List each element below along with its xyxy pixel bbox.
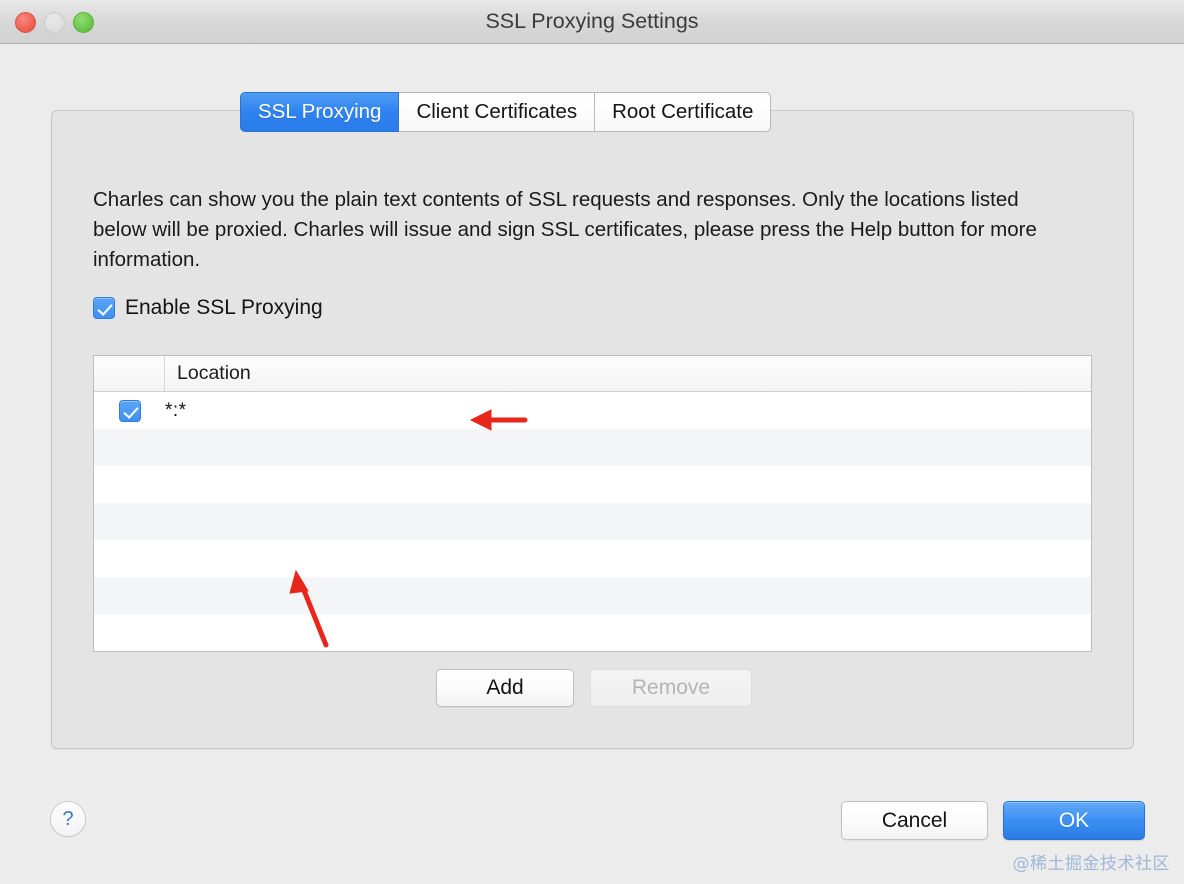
ok-button[interactable]: OK — [1003, 801, 1145, 840]
row-checkbox-cell[interactable] — [94, 399, 165, 422]
tab-bar: SSL Proxying Client Certificates Root Ce… — [240, 92, 772, 132]
tab-ssl-proxying[interactable]: SSL Proxying — [240, 92, 400, 132]
help-button[interactable]: ? — [50, 801, 86, 837]
cancel-button[interactable]: Cancel — [841, 801, 988, 840]
add-button[interactable]: Add — [436, 669, 574, 707]
locations-table[interactable]: Location *:* — [93, 355, 1092, 652]
locations-table-header: Location — [94, 356, 1091, 392]
watermark-text: @稀土掘金技术社区 — [1012, 854, 1170, 874]
table-row[interactable] — [94, 577, 1091, 614]
table-row[interactable] — [94, 429, 1091, 466]
tab-client-certificates[interactable]: Client Certificates — [399, 92, 596, 132]
column-header-location: Location — [177, 362, 251, 384]
enable-ssl-proxying-row[interactable]: Enable SSL Proxying — [93, 296, 323, 320]
enable-ssl-proxying-label: Enable SSL Proxying — [125, 296, 323, 319]
column-header-checkbox — [94, 356, 165, 391]
ssl-proxying-settings-window: SSL Proxying Settings SSL Proxying Clien… — [0, 0, 1184, 884]
panel-description: Charles can show you the plain text cont… — [93, 188, 1037, 271]
locations-table-body: *:* — [94, 392, 1091, 651]
table-row[interactable] — [94, 503, 1091, 540]
remove-button: Remove — [590, 669, 752, 707]
table-row[interactable]: *:* — [94, 392, 1091, 429]
table-row[interactable] — [94, 466, 1091, 503]
row-enabled-checkbox[interactable] — [118, 399, 141, 422]
tab-root-certificate[interactable]: Root Certificate — [595, 92, 772, 132]
window-titlebar: SSL Proxying Settings — [0, 0, 1184, 44]
ssl-proxying-panel: Charles can show you the plain text cont… — [51, 110, 1134, 749]
row-location-value: *:* — [165, 399, 187, 421]
table-row[interactable] — [94, 540, 1091, 577]
window-title: SSL Proxying Settings — [485, 9, 699, 33]
table-row[interactable] — [94, 614, 1091, 651]
enable-ssl-proxying-checkbox[interactable] — [93, 297, 115, 319]
